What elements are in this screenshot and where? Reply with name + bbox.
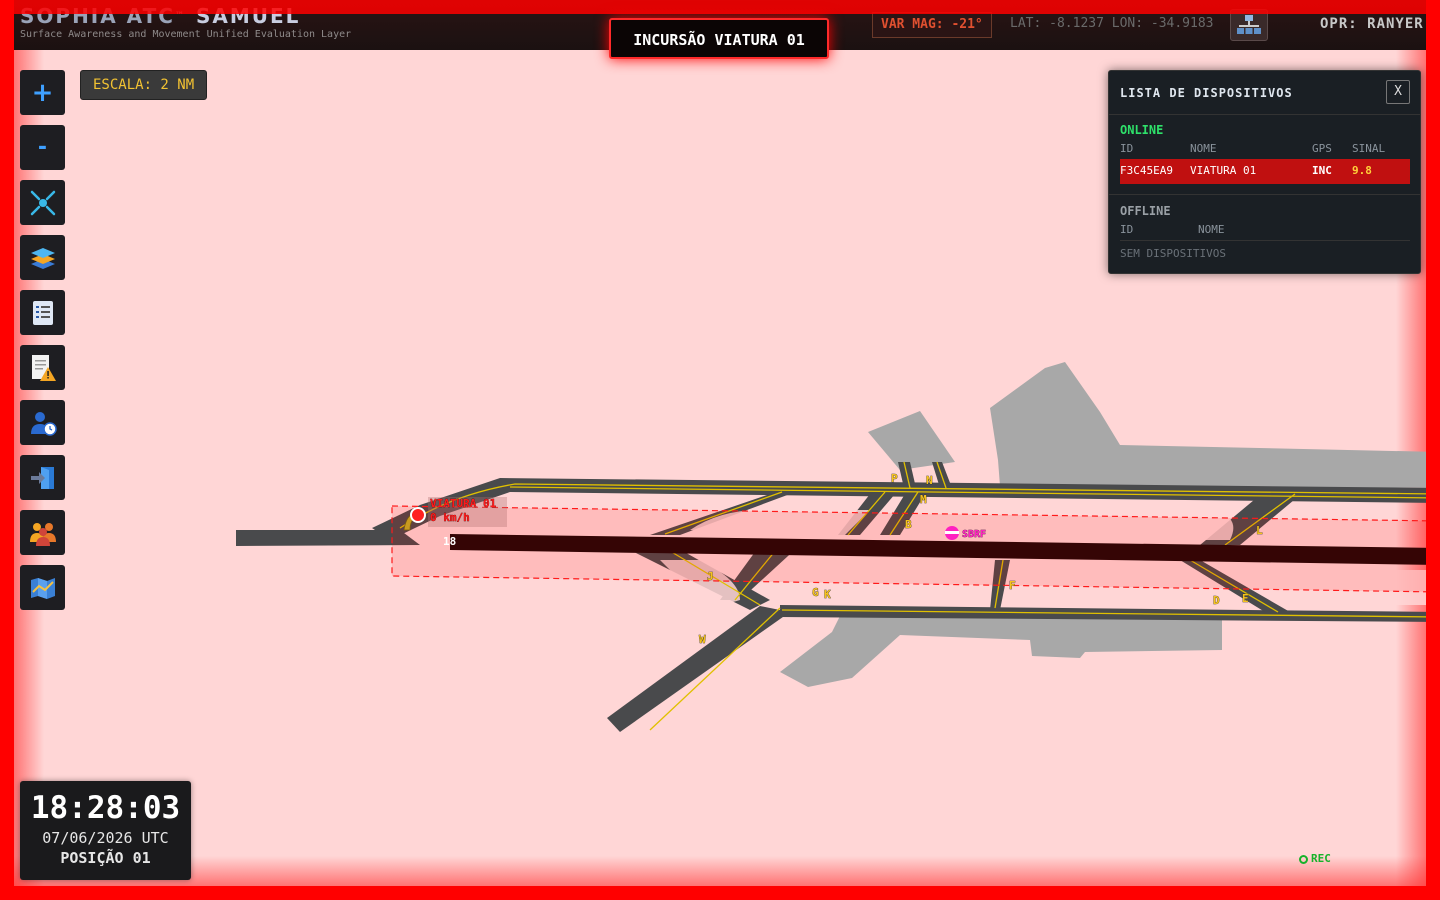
- minus-icon: -: [37, 134, 48, 160]
- device-panel-title: LISTA DE DISPOSITIVOS: [1120, 86, 1293, 100]
- taxiway-label-d: D: [1213, 594, 1220, 607]
- taxiway-label-g: G: [812, 586, 819, 599]
- runway-label: 18: [443, 535, 456, 548]
- taxiway-label-e: E: [1242, 592, 1249, 605]
- alert-frame-left: [0, 0, 14, 900]
- offline-col-name: NOME: [1198, 223, 1225, 236]
- device-gps-status: INC: [1312, 164, 1332, 177]
- taxiway-label-f: F: [1009, 579, 1016, 592]
- taxiway-label-m: M: [920, 493, 927, 506]
- clock-time: 18:28:03: [30, 790, 181, 826]
- layers-button[interactable]: [20, 235, 65, 280]
- cursor-coordinates: LAT: -8.1237 LON: -34.9183: [1010, 16, 1214, 31]
- team-icon: [29, 522, 56, 546]
- device-signal: 9.8: [1352, 164, 1372, 177]
- taxiway-label-p: P: [891, 472, 898, 485]
- checklist-icon: [32, 300, 53, 325]
- vehicle-name-label: VIATURA 01: [430, 497, 497, 510]
- map-icon: [30, 577, 55, 599]
- left-toolbar: + -: [20, 70, 65, 620]
- layers-icon: [30, 247, 55, 269]
- clock-position: POSIÇÃO 01: [60, 849, 151, 867]
- device-name: VIATURA 01: [1190, 164, 1257, 177]
- user-clock-icon: [30, 411, 57, 436]
- report-warning-button[interactable]: [20, 345, 65, 390]
- logout-button[interactable]: [20, 455, 65, 500]
- magnetic-variation: VAR MAG: -21°: [872, 12, 992, 38]
- offline-empty-message: SEM DISPOSITIVOS: [1120, 247, 1226, 260]
- plus-icon: +: [31, 77, 54, 108]
- taxiway-label-l: L: [1256, 524, 1263, 537]
- device-row[interactable]: F3C45EA9 VIATURA 01 INC 9.8: [1120, 159, 1410, 184]
- clock-date: 07/06/2026 UTC: [42, 829, 169, 847]
- online-section-label: ONLINE: [1120, 123, 1164, 137]
- taxiway-label-n: N: [926, 474, 933, 487]
- alert-frame-right: [1426, 0, 1440, 900]
- alert-frame-top: [0, 0, 1440, 14]
- device-panel-header: LISTA DE DISPOSITIVOS X: [1109, 71, 1420, 115]
- map-button[interactable]: [20, 565, 65, 610]
- rec-label: REC: [1311, 852, 1331, 865]
- recenter-icon: [30, 190, 55, 215]
- offline-section-label: OFFLINE: [1120, 204, 1171, 218]
- offline-header-divider: [1120, 240, 1410, 241]
- utc-clock: 18:28:03 07/06/2026 UTC POSIÇÃO 01: [20, 781, 191, 880]
- alert-frame-bottom: [0, 886, 1440, 900]
- operator-label: OPR: RANYER: [1320, 16, 1424, 32]
- brand-subtitle: Surface Awareness and Movement Unified E…: [20, 29, 352, 40]
- user-clock-button[interactable]: [20, 400, 65, 445]
- taxiway-label-w: W: [699, 633, 706, 646]
- report-warning-icon: [31, 354, 56, 381]
- network-icon: [1237, 15, 1261, 34]
- record-icon: [1299, 854, 1308, 864]
- recording-indicator[interactable]: REC: [1299, 852, 1331, 865]
- incursion-alert-banner[interactable]: INCURSÃO VIATURA 01: [609, 18, 829, 59]
- logout-icon: [30, 466, 54, 489]
- zoom-out-button[interactable]: -: [20, 125, 65, 170]
- app-root: P N M B L J G K F D E W 18 SBRF VIATURA …: [0, 0, 1440, 900]
- taxiway-label-k: K: [824, 588, 831, 601]
- section-divider: [1109, 194, 1420, 195]
- team-button[interactable]: [20, 510, 65, 555]
- device-id: F3C45EA9: [1120, 164, 1173, 177]
- online-col-name: NOME: [1190, 142, 1217, 155]
- taxiway-label-b: B: [905, 518, 912, 531]
- airport-label: SBRF: [962, 529, 986, 540]
- zoom-in-button[interactable]: +: [20, 70, 65, 115]
- taxiway-label-j: J: [707, 570, 714, 583]
- device-list-panel: LISTA DE DISPOSITIVOS X ONLINE ID NOME G…: [1108, 70, 1421, 274]
- vehicle-speed-label: 0 km/h: [430, 511, 470, 524]
- online-col-gps: GPS: [1312, 142, 1332, 155]
- offline-col-id: ID: [1120, 223, 1134, 236]
- map-scale: ESCALA: 2 NM: [80, 70, 208, 100]
- close-panel-button[interactable]: X: [1386, 80, 1410, 104]
- online-col-id: ID: [1120, 142, 1134, 155]
- checklist-button[interactable]: [20, 290, 65, 335]
- recenter-button[interactable]: [20, 180, 65, 225]
- online-col-signal: SINAL: [1352, 142, 1386, 155]
- airport-marker[interactable]: SBRF: [945, 526, 986, 540]
